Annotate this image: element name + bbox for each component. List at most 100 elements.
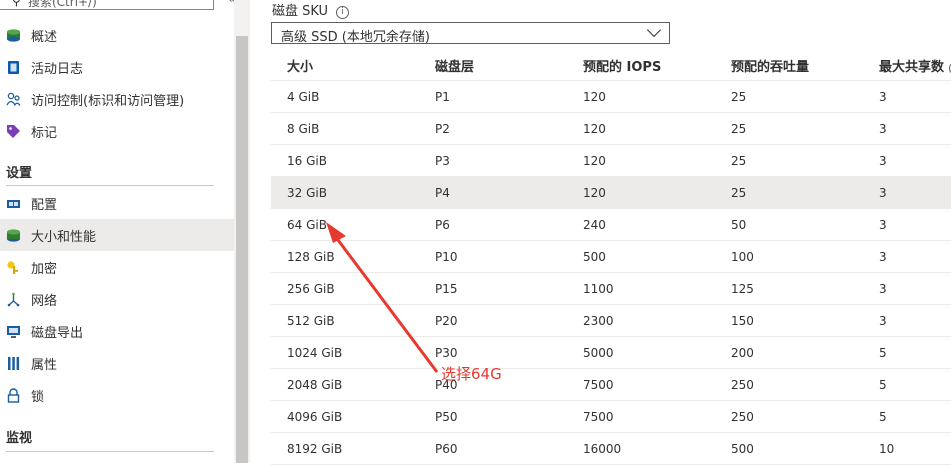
people-icon — [6, 92, 21, 107]
sidebar-item-label: 访问控制(标识和访问管理) — [31, 93, 185, 109]
cell-tier: P10 — [435, 250, 458, 264]
sidebar-item-label: 配置 — [31, 197, 58, 213]
cell-size: 4 GiB — [287, 90, 320, 104]
cell-iops: 7500 — [583, 378, 614, 392]
sidebar-item-label: 标记 — [31, 125, 58, 141]
cell-iops: 120 — [583, 90, 606, 104]
table-row[interactable]: 4 GiB P1 120 25 3 — [271, 81, 951, 113]
disk-size-table: 大小 磁盘层 预配的 IOPS 预配的吞吐量 最大共享数i 4 GiB P1 120… — [271, 47, 951, 465]
disk-sku-label: 磁盘 SKU i — [272, 0, 350, 19]
cell-max-shares: 3 — [879, 186, 887, 200]
cell-tier: P4 — [435, 186, 450, 200]
cell-size: 8 GiB — [287, 122, 320, 136]
sidebar-item-properties[interactable]: 属性 — [0, 347, 234, 379]
cell-throughput: 250 — [731, 378, 754, 392]
cell-throughput: 100 — [731, 250, 754, 264]
table-row[interactable]: 32 GiB P4 120 25 3 — [271, 177, 951, 209]
sidebar-item-tags[interactable]: 标记 — [0, 115, 234, 147]
export-icon — [6, 324, 21, 339]
cell-size: 32 GiB — [287, 186, 327, 200]
search-icon: ⚲ — [12, 0, 21, 8]
table-row[interactable]: 1024 GiB P30 5000 200 5 — [271, 337, 951, 369]
table-header: 大小 磁盘层 预配的 IOPS 预配的吞吐量 最大共享数i — [271, 47, 951, 81]
cell-throughput: 500 — [731, 442, 754, 456]
table-row[interactable]: 8192 GiB P60 16000 500 10 — [271, 433, 951, 465]
table-row[interactable]: 128 GiB P10 500 100 3 — [271, 241, 951, 273]
cell-max-shares: 5 — [879, 378, 887, 392]
divider — [6, 451, 214, 452]
search-placeholder: 搜索(Ctrl+/) — [28, 0, 97, 9]
sidebar-item-label: 磁盘导出 — [31, 325, 84, 341]
cell-size: 4096 GiB — [287, 410, 343, 424]
network-icon — [6, 292, 21, 307]
cell-size: 512 GiB — [287, 314, 335, 328]
disk-sku-dropdown[interactable]: 高级 SSD (本地冗余存储) — [271, 22, 670, 45]
sidebar-item-label: 概述 — [31, 29, 58, 45]
sidebar-item-label: 加密 — [31, 261, 58, 277]
cell-tier: P6 — [435, 218, 450, 232]
sidebar-scrollbar-thumb[interactable] — [236, 36, 248, 463]
sidebar-item-disk-export[interactable]: 磁盘导出 — [0, 315, 234, 347]
disk-sku-selected-value: 高级 SSD (本地冗余存储) — [281, 30, 430, 45]
table-row[interactable]: 4096 GiB P50 7500 250 5 — [271, 401, 951, 433]
cell-max-shares: 5 — [879, 346, 887, 360]
sidebar-item-label: 活动日志 — [31, 61, 84, 77]
column-header-size[interactable]: 大小 — [287, 56, 313, 75]
sidebar-item-size-performance[interactable]: 大小和性能 — [0, 219, 234, 251]
cell-tier: P60 — [435, 442, 458, 456]
sidebar-item-overview[interactable]: 概述 — [0, 19, 234, 51]
divider — [6, 185, 214, 186]
cell-throughput: 150 — [731, 314, 754, 328]
annotation-text: 选择64G — [441, 365, 502, 383]
column-header-throughput[interactable]: 预配的吞吐量 — [731, 56, 809, 75]
sidebar-item-encryption[interactable]: 加密 — [0, 251, 234, 283]
table-row[interactable]: 8 GiB P2 120 25 3 — [271, 113, 951, 145]
cell-max-shares: 3 — [879, 218, 887, 232]
log-icon — [6, 60, 21, 75]
cell-throughput: 250 — [731, 410, 754, 424]
cell-throughput: 50 — [731, 218, 747, 232]
sidebar-item-label: 锁 — [31, 389, 45, 405]
sidebar: ⚲ 搜索(Ctrl+/) 概述 活动日志 访问控制(标识和访问管理) 标记 设置… — [0, 0, 234, 463]
cell-size: 16 GiB — [287, 154, 327, 168]
table-row[interactable]: 512 GiB P20 2300 150 3 — [271, 305, 951, 337]
sidebar-item-access-control[interactable]: 访问控制(标识和访问管理) — [0, 83, 234, 115]
column-header-max-shares[interactable]: 最大共享数i — [879, 56, 951, 75]
cell-throughput: 25 — [731, 90, 747, 104]
cell-max-shares: 3 — [879, 250, 887, 264]
cell-tier: P2 — [435, 122, 450, 136]
disk-icon — [6, 28, 21, 43]
column-header-iops[interactable]: 预配的 IOPS — [583, 56, 661, 75]
cell-throughput: 25 — [731, 154, 747, 168]
section-header-monitoring: 监视 — [6, 431, 33, 446]
sidebar-item-configuration[interactable]: 配置 — [0, 187, 234, 219]
sidebar-item-networking[interactable]: 网络 — [0, 283, 234, 315]
chevron-down-icon — [646, 22, 662, 38]
sidebar-item-locks[interactable]: 锁 — [0, 379, 234, 411]
cell-iops: 5000 — [583, 346, 614, 360]
cell-throughput: 25 — [731, 186, 747, 200]
table-row[interactable]: 2048 GiB P40 7500 250 5 — [271, 369, 951, 401]
table-row[interactable]: 64 GiB P6 240 50 3 — [271, 209, 951, 241]
properties-icon — [6, 356, 21, 371]
table-row[interactable]: 16 GiB P3 120 25 3 — [271, 145, 951, 177]
cell-size: 8192 GiB — [287, 442, 343, 456]
search-input[interactable]: ⚲ 搜索(Ctrl+/) — [0, 0, 214, 10]
info-icon[interactable]: i — [336, 6, 350, 19]
tag-icon — [6, 124, 21, 139]
cell-iops: 16000 — [583, 442, 622, 456]
cell-size: 256 GiB — [287, 282, 335, 296]
cell-size: 128 GiB — [287, 250, 335, 264]
cell-throughput: 25 — [731, 122, 747, 136]
cell-tier: P1 — [435, 90, 450, 104]
cell-max-shares: 3 — [879, 122, 887, 136]
cell-max-shares: 5 — [879, 410, 887, 424]
cell-tier: P3 — [435, 154, 450, 168]
cell-max-shares: 3 — [879, 154, 887, 168]
table-row[interactable]: 256 GiB P15 1100 125 3 — [271, 273, 951, 305]
key-icon — [6, 260, 21, 275]
sidebar-item-label: 属性 — [31, 357, 58, 373]
cell-iops: 240 — [583, 218, 606, 232]
column-header-tier[interactable]: 磁盘层 — [435, 56, 474, 75]
sidebar-item-activity-log[interactable]: 活动日志 — [0, 51, 234, 83]
